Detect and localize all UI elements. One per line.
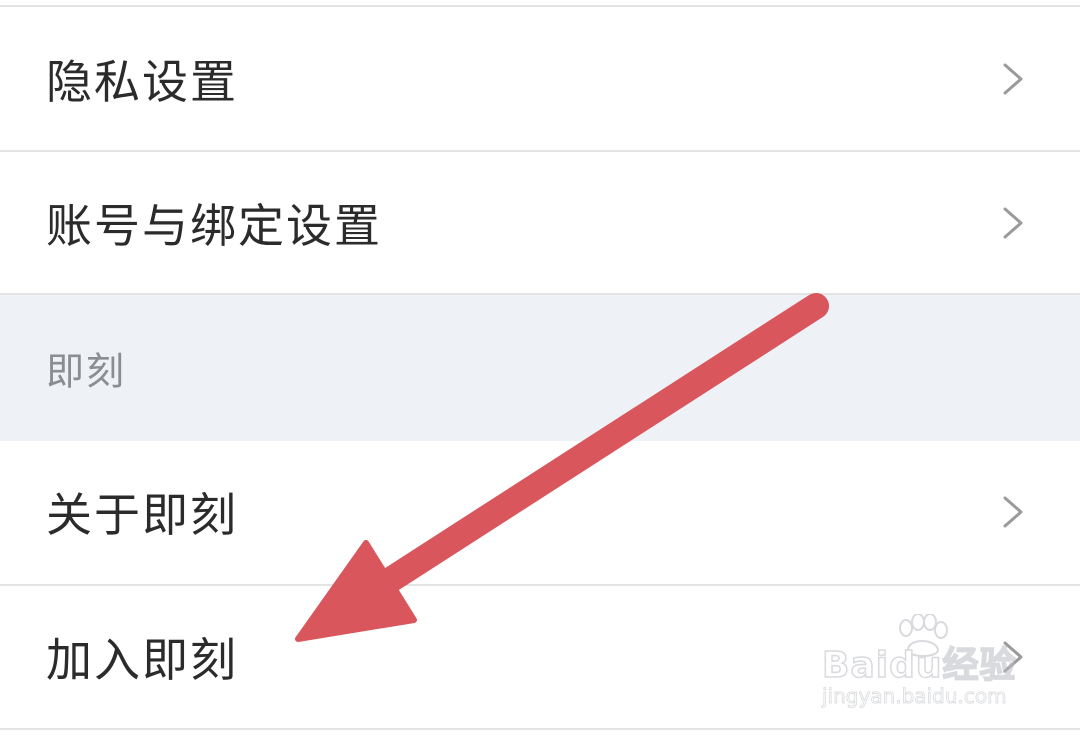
join-jike-label: 加入即刻 xyxy=(46,633,238,687)
divider xyxy=(0,728,1080,730)
settings-screen: 隐私设置 账号与绑定设置 即刻 关于即刻 加入即刻 Baidu经验 jingya… xyxy=(0,0,1080,736)
about-jike-label: 关于即刻 xyxy=(46,488,238,542)
chevron-right-icon xyxy=(1002,495,1024,529)
chevron-right-icon xyxy=(1002,206,1024,240)
privacy-settings-label: 隐私设置 xyxy=(46,55,238,109)
chevron-right-icon xyxy=(1002,62,1024,96)
account-binding-settings-label: 账号与绑定设置 xyxy=(46,199,382,253)
account-binding-settings-row[interactable]: 账号与绑定设置 xyxy=(0,152,1080,294)
section-header-jike: 即刻 xyxy=(0,295,1080,441)
privacy-settings-row[interactable]: 隐私设置 xyxy=(0,8,1080,150)
watermark-url: jingyan.baidu.com xyxy=(822,684,1007,709)
watermark-logo-text: Baidu经验 xyxy=(821,644,1017,687)
about-jike-row[interactable]: 关于即刻 xyxy=(0,441,1080,583)
section-title: 即刻 xyxy=(46,349,127,394)
divider xyxy=(0,5,1080,7)
baidu-jingyan-watermark: Baidu经验 jingyan.baidu.com xyxy=(821,614,1022,714)
